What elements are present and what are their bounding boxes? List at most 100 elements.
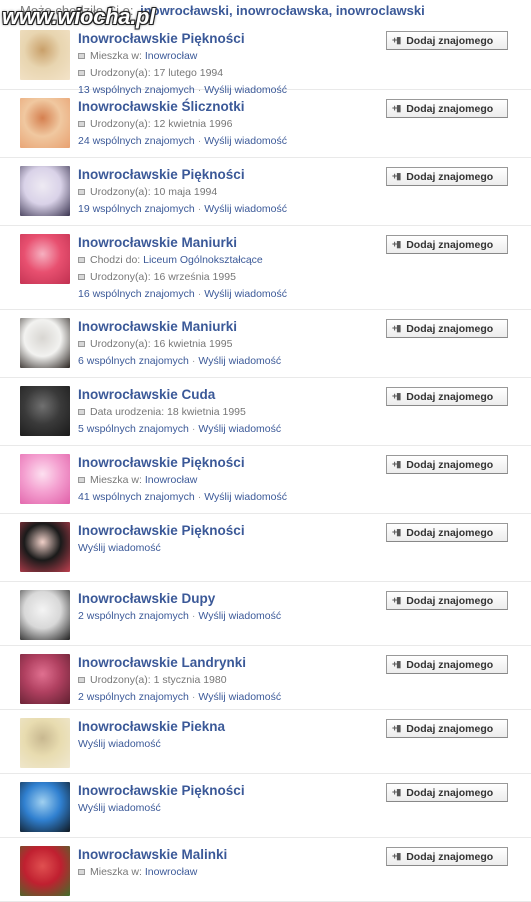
add-friend-icon: +▮ bbox=[392, 527, 401, 537]
add-friend-button[interactable]: +▮ Dodaj znajomego bbox=[386, 99, 508, 118]
add-friend-button[interactable]: +▮ Dodaj znajomego bbox=[386, 455, 508, 474]
add-friend-icon: +▮ bbox=[392, 35, 401, 45]
profile-name-link[interactable]: Inowrocławskie Malinki bbox=[78, 846, 378, 864]
separator-dot: · bbox=[191, 691, 196, 703]
add-friend-label: Dodaj znajomego bbox=[406, 526, 494, 539]
result-links: Wyślij wiadomość bbox=[78, 540, 378, 557]
mutual-friends-link[interactable]: 41 wspólnych znajomych bbox=[78, 491, 195, 503]
send-message-link[interactable]: Wyślij wiadomość bbox=[204, 288, 287, 300]
detail-value-link[interactable]: Inowrocław bbox=[145, 50, 198, 62]
separator-dot: · bbox=[191, 355, 196, 367]
separator-dot: · bbox=[197, 288, 202, 300]
mutual-friends-link[interactable]: 19 wspólnych znajomych bbox=[78, 203, 195, 215]
mutual-friends-link[interactable]: 2 wspólnych znajomych bbox=[78, 691, 189, 703]
add-friend-icon: +▮ bbox=[392, 787, 401, 797]
detail-icon bbox=[78, 341, 85, 347]
mutual-friends-link[interactable]: 6 wspólnych znajomych bbox=[78, 355, 189, 367]
profile-avatar[interactable] bbox=[20, 386, 70, 436]
profile-name-link[interactable]: Inowrocławskie Maniurki bbox=[78, 234, 378, 252]
result-links: Wyślij wiadomość bbox=[78, 800, 378, 817]
add-friend-icon: +▮ bbox=[392, 171, 401, 181]
add-friend-button[interactable]: +▮ Dodaj znajomego bbox=[386, 319, 508, 338]
add-friend-icon: +▮ bbox=[392, 459, 401, 469]
profile-name-link[interactable]: Inowrocławskie Dupy bbox=[78, 590, 378, 608]
mutual-friends-link[interactable]: 5 wspólnych znajomych bbox=[78, 423, 189, 435]
profile-avatar[interactable] bbox=[20, 318, 70, 368]
profile-name-link[interactable]: Inowrocławskie Piękności bbox=[78, 522, 378, 540]
add-friend-button[interactable]: +▮ Dodaj znajomego bbox=[386, 655, 508, 674]
send-message-link[interactable]: Wyślij wiadomość bbox=[198, 691, 281, 703]
separator-dot: · bbox=[197, 135, 202, 147]
result-info: Inowrocławskie Ślicznotki Urodzony(a): 12… bbox=[78, 98, 378, 150]
detail-icon bbox=[78, 677, 85, 683]
detail-text: Mieszka w: bbox=[90, 474, 145, 486]
add-friend-label: Dodaj znajomego bbox=[406, 322, 494, 335]
profile-avatar[interactable] bbox=[20, 98, 70, 148]
profile-name-link[interactable]: Inowrocławskie Ślicznotki bbox=[78, 98, 378, 116]
profile-name-link[interactable]: Inowrocławskie Piękności bbox=[78, 166, 378, 184]
add-friend-button[interactable]: +▮ Dodaj znajomego bbox=[386, 31, 508, 50]
profile-avatar[interactable] bbox=[20, 846, 70, 896]
add-friend-label: Dodaj znajomego bbox=[406, 594, 494, 607]
mutual-friends-link[interactable]: 16 wspólnych znajomych bbox=[78, 288, 195, 300]
result-info: Inowrocławskie Maniurki Chodzi do: Liceum… bbox=[78, 234, 378, 303]
send-message-link[interactable]: Wyślij wiadomość bbox=[78, 542, 161, 554]
profile-detail: Urodzony(a): 1 stycznia 1980 bbox=[78, 672, 378, 689]
send-message-link[interactable]: Wyślij wiadomość bbox=[78, 802, 161, 814]
result-info: Inowrocławskie Landrynki Urodzony(a): 1 s… bbox=[78, 654, 378, 706]
profile-detail: Data urodzenia: 18 kwietnia 1995 bbox=[78, 404, 378, 421]
send-message-link[interactable]: Wyślij wiadomość bbox=[204, 135, 287, 147]
profile-avatar[interactable] bbox=[20, 30, 70, 80]
send-message-link[interactable]: Wyślij wiadomość bbox=[198, 355, 281, 367]
add-friend-label: Dodaj znajomego bbox=[406, 34, 494, 47]
add-friend-button[interactable]: +▮ Dodaj znajomego bbox=[386, 783, 508, 802]
detail-icon bbox=[78, 121, 85, 127]
add-friend-button[interactable]: +▮ Dodaj znajomego bbox=[386, 847, 508, 866]
detail-value-link[interactable]: Inowrocław bbox=[145, 474, 198, 486]
result-row: Inowrocławskie Piękności Urodzony(a): 10 … bbox=[0, 158, 531, 226]
add-friend-button[interactable]: +▮ Dodaj znajomego bbox=[386, 387, 508, 406]
profile-avatar[interactable] bbox=[20, 782, 70, 832]
profile-name-link[interactable]: Inowrocławskie Piękności bbox=[78, 454, 378, 472]
add-friend-icon: +▮ bbox=[392, 595, 401, 605]
result-links: 19 wspólnych znajomych · Wyślij wiadomość bbox=[78, 201, 378, 218]
send-message-link[interactable]: Wyślij wiadomość bbox=[198, 423, 281, 435]
send-message-link[interactable]: Wyślij wiadomość bbox=[204, 491, 287, 503]
result-row: Inowrocławskie Dupy 2 wspólnych znajomych… bbox=[0, 582, 531, 646]
detail-value-link[interactable]: Inowrocław bbox=[145, 866, 198, 878]
send-message-link[interactable]: Wyślij wiadomość bbox=[198, 610, 281, 622]
add-friend-button[interactable]: +▮ Dodaj znajomego bbox=[386, 523, 508, 542]
add-friend-button[interactable]: +▮ Dodaj znajomego bbox=[386, 167, 508, 186]
mutual-friends-link[interactable]: 24 wspólnych znajomych bbox=[78, 135, 195, 147]
profile-detail: Urodzony(a): 12 kwietnia 1996 bbox=[78, 116, 378, 133]
profile-avatar[interactable] bbox=[20, 654, 70, 704]
add-friend-button[interactable]: +▮ Dodaj znajomego bbox=[386, 719, 508, 738]
result-row: Inowrocławskie Ślicznotki Urodzony(a): 12… bbox=[0, 90, 531, 158]
detail-value-link[interactable]: Liceum Ogólnokształcące bbox=[143, 254, 263, 266]
profile-name-link[interactable]: Inowrocławskie Piękności bbox=[78, 30, 378, 48]
detail-text: Urodzony(a): 16 kwietnia 1995 bbox=[90, 338, 233, 350]
result-links: 16 wspólnych znajomych · Wyślij wiadomość bbox=[78, 286, 378, 303]
detail-text: Urodzony(a): 16 września 1995 bbox=[90, 271, 236, 283]
profile-name-link[interactable]: Inowrocławskie Piękności bbox=[78, 782, 378, 800]
profile-name-link[interactable]: Inowrocławskie Landrynki bbox=[78, 654, 378, 672]
send-message-link[interactable]: Wyślij wiadomość bbox=[204, 203, 287, 215]
profile-name-link[interactable]: Inowrocławskie Maniurki bbox=[78, 318, 378, 336]
profile-avatar[interactable] bbox=[20, 166, 70, 216]
result-links: 24 wspólnych znajomych · Wyślij wiadomość bbox=[78, 133, 378, 150]
add-friend-button[interactable]: +▮ Dodaj znajomego bbox=[386, 235, 508, 254]
mutual-friends-link[interactable]: 2 wspólnych znajomych bbox=[78, 610, 189, 622]
profile-name-link[interactable]: Inowrocławskie Piekna bbox=[78, 718, 378, 736]
profile-avatar[interactable] bbox=[20, 454, 70, 504]
profile-avatar[interactable] bbox=[20, 522, 70, 572]
profile-name-link[interactable]: Inowrocławskie Cuda bbox=[78, 386, 378, 404]
result-links: Wyślij wiadomość bbox=[78, 736, 378, 753]
send-message-link[interactable]: Wyślij wiadomość bbox=[78, 738, 161, 750]
result-row: Inowrocławskie Piękności Mieszka w: Inowr… bbox=[0, 22, 531, 96]
profile-avatar[interactable] bbox=[20, 718, 70, 768]
result-row: Inowrocławskie Landrynki Urodzony(a): 1 s… bbox=[0, 646, 531, 710]
add-friend-button[interactable]: +▮ Dodaj znajomego bbox=[386, 591, 508, 610]
profile-avatar[interactable] bbox=[20, 234, 70, 284]
did-you-mean-terms[interactable]: inowrocławski, inowrocławska, inowroclaw… bbox=[140, 3, 425, 18]
profile-avatar[interactable] bbox=[20, 590, 70, 640]
